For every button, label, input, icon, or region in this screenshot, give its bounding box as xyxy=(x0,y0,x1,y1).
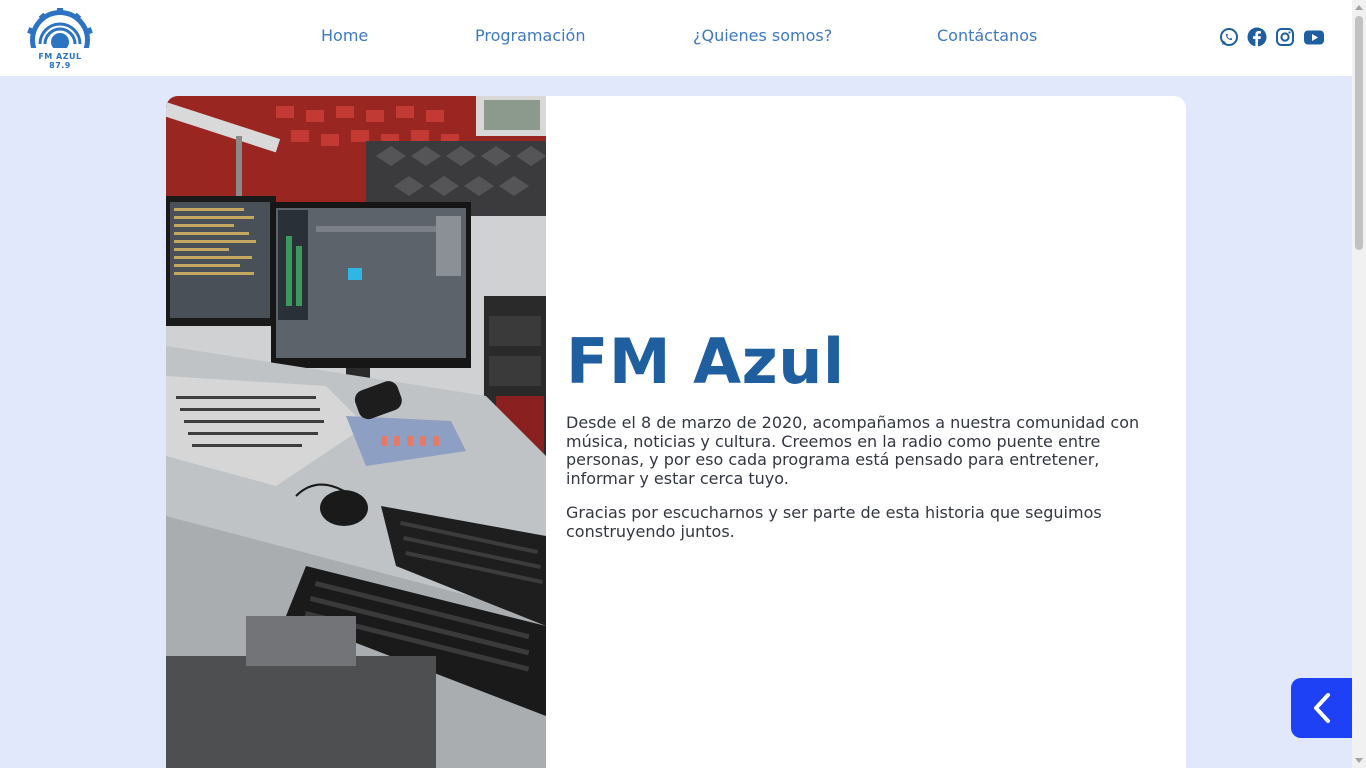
youtube-icon[interactable] xyxy=(1303,27,1325,47)
social-links xyxy=(1219,27,1325,49)
about-content: FM Azul Desde el 8 de marzo de 2020, aco… xyxy=(566,324,1166,541)
logo-text: FM AZUL 87.9 xyxy=(38,52,82,70)
chevron-left-icon xyxy=(1313,693,1330,723)
nav-quienes-somos[interactable]: ¿Quienes somos? xyxy=(693,26,832,45)
radio-gear-logo-icon xyxy=(26,8,94,70)
radio-studio-image xyxy=(166,96,546,768)
nav-programacion[interactable]: Programación xyxy=(475,26,585,45)
whatsapp-icon[interactable] xyxy=(1219,27,1239,47)
site-header: FM AZUL 87.9 Home Programación ¿Quienes … xyxy=(0,0,1352,76)
scroll-down-arrow-icon[interactable] xyxy=(1355,758,1363,763)
about-paragraph-2: Gracias por escucharnos y ser parte de e… xyxy=(566,503,1102,541)
facebook-icon[interactable] xyxy=(1247,27,1267,47)
about-card: FM Azul Desde el 8 de marzo de 2020, aco… xyxy=(166,96,1186,768)
page-scrollbar[interactable] xyxy=(1352,0,1366,768)
fm-azul-logo[interactable]: FM AZUL 87.9 xyxy=(26,8,94,70)
nav-contactanos[interactable]: Contáctanos xyxy=(937,26,1037,45)
nav-home[interactable]: Home xyxy=(321,26,368,45)
scroll-up-arrow-icon[interactable] xyxy=(1355,5,1363,10)
scroll-thumb[interactable] xyxy=(1355,16,1363,250)
side-panel-toggle-button[interactable] xyxy=(1291,678,1352,738)
about-paragraph-1: Desde el 8 de marzo de 2020, acompañamos… xyxy=(566,413,1140,488)
about-title: FM Azul xyxy=(566,325,845,398)
instagram-icon[interactable] xyxy=(1275,27,1295,47)
